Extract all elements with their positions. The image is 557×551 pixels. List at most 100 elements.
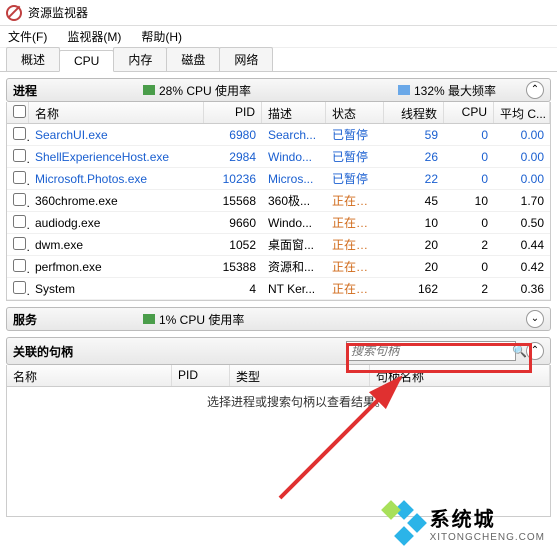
cell-desc: 桌面窗... [262,236,326,253]
cell-threads: 59 [384,128,444,142]
cell-name: audiodg.exe [29,216,204,230]
collapse-handles-button[interactable]: ⌃ [526,342,544,360]
cell-threads: 162 [384,282,444,296]
hcol-hname[interactable]: 句柄名称 [370,365,550,386]
cell-avg: 0.00 [494,172,550,186]
cell-name: dwm.exe [29,238,204,252]
col-desc[interactable]: 描述 [262,102,326,123]
max-freq-text: 132% 最大频率 [414,82,496,99]
cell-desc: Windo... [262,216,326,230]
table-row[interactable]: ShellExperienceHost.exe2984Windo...已暂停26… [7,146,550,168]
row-checkbox[interactable] [13,193,26,206]
svc-chip-icon [143,314,155,324]
cell-desc: 360极... [262,192,326,209]
col-name[interactable]: 名称 [29,102,204,123]
menu-help[interactable]: 帮助(H) [137,26,186,47]
row-checkbox[interactable] [13,127,26,140]
cell-avg: 0.42 [494,260,550,274]
watermark-en: XITONGCHENG.COM [430,532,545,543]
hcol-type[interactable]: 类型 [230,365,370,386]
cell-pid: 1052 [204,238,262,252]
handles-title: 关联的句柄 [13,343,346,360]
app-icon [6,5,22,21]
search-handles-input[interactable] [347,344,512,358]
table-row[interactable]: audiodg.exe9660Windo...正在运行1000.50 [7,212,550,234]
col-pid[interactable]: PID [204,102,262,123]
watermark-logo-icon [384,503,424,543]
cell-desc: 资源和... [262,258,326,275]
cell-status: 已暂停 [326,170,384,187]
table-row[interactable]: 360chrome.exe15568360极...正在运行45101.70 [7,190,550,212]
select-all-checkbox[interactable] [13,105,26,118]
cell-cpu: 0 [444,172,494,186]
tab-overview[interactable]: 概述 [6,47,60,71]
cell-status: 正在运行 [326,258,384,275]
menu-file[interactable]: 文件(F) [4,26,51,47]
tab-cpu[interactable]: CPU [59,50,114,72]
handles-columns: 名称 PID 类型 句柄名称 [6,365,551,387]
table-row[interactable]: perfmon.exe15388资源和...正在运行2000.42 [7,256,550,278]
cell-threads: 20 [384,238,444,252]
cell-name: 360chrome.exe [29,194,204,208]
tab-disk[interactable]: 磁盘 [166,47,220,71]
cell-avg: 0.36 [494,282,550,296]
row-checkbox[interactable] [13,259,26,272]
cell-pid: 6980 [204,128,262,142]
collapse-processes-button[interactable]: ⌃ [526,81,544,99]
row-checkbox[interactable] [13,171,26,184]
col-cpu[interactable]: CPU [444,102,494,123]
watermark-cn: 系统城 [430,503,545,532]
process-columns: 名称 PID 描述 状态 线程数 CPU 平均 C... [6,102,551,124]
cell-threads: 22 [384,172,444,186]
chevron-down-icon: ⌄ [531,314,539,324]
window-title: 资源监视器 [28,4,88,21]
table-row[interactable]: dwm.exe1052桌面窗...正在运行2020.44 [7,234,550,256]
table-row[interactable]: System4NT Ker...正在运行16220.36 [7,278,550,300]
cell-status: 已暂停 [326,148,384,165]
processes-title: 进程 [13,82,143,99]
col-status[interactable]: 状态 [326,102,384,123]
watermark: 系统城 XITONGCHENG.COM [384,503,545,543]
expand-services-button[interactable]: ⌄ [526,310,544,328]
process-table: SearchUI.exe6980Search...已暂停5900.00Shell… [6,124,551,301]
cell-cpu: 0 [444,260,494,274]
cell-desc: NT Ker... [262,282,326,296]
row-checkbox[interactable] [13,237,26,250]
cell-avg: 0.00 [494,150,550,164]
cell-name: SearchUI.exe [29,128,204,142]
services-header[interactable]: 服务 1% CPU 使用率 ⌄ [6,307,551,331]
cell-avg: 1.70 [494,194,550,208]
table-row[interactable]: SearchUI.exe6980Search...已暂停5900.00 [7,124,550,146]
cell-avg: 0.50 [494,216,550,230]
freq-chip-icon [398,85,410,95]
cell-desc: Windo... [262,150,326,164]
processes-header[interactable]: 进程 28% CPU 使用率 132% 最大频率 ⌃ [6,78,551,102]
cell-name: ShellExperienceHost.exe [29,150,204,164]
row-checkbox[interactable] [13,281,26,294]
cell-name: perfmon.exe [29,260,204,274]
handles-empty-text: 选择进程或搜索句柄以查看结果。 [6,387,551,517]
cell-avg: 0.00 [494,128,550,142]
tab-network[interactable]: 网络 [219,47,273,71]
cell-status: 正在运行 [326,280,384,297]
cell-pid: 4 [204,282,262,296]
hcol-pid[interactable]: PID [172,365,230,386]
cell-cpu: 10 [444,194,494,208]
tab-memory[interactable]: 内存 [113,47,167,71]
services-title: 服务 [13,311,143,328]
row-checkbox[interactable] [13,215,26,228]
hcol-name[interactable]: 名称 [7,365,172,386]
menu-monitor[interactable]: 监视器(M) [63,26,125,47]
table-row[interactable]: Microsoft.Photos.exe10236Micros...已暂停220… [7,168,550,190]
col-avg[interactable]: 平均 C... [494,102,550,123]
col-threads[interactable]: 线程数 [384,102,444,123]
handles-header[interactable]: 关联的句柄 🔍 ⟳ ⌃ [6,337,551,365]
cell-name: System [29,282,204,296]
row-checkbox[interactable] [13,149,26,162]
search-icon[interactable]: 🔍 [512,344,527,358]
cell-desc: Search... [262,128,326,142]
cpu-usage-text: 28% CPU 使用率 [159,82,251,99]
cell-threads: 10 [384,216,444,230]
cell-threads: 20 [384,260,444,274]
search-handles-box: 🔍 ⟳ [346,341,516,361]
